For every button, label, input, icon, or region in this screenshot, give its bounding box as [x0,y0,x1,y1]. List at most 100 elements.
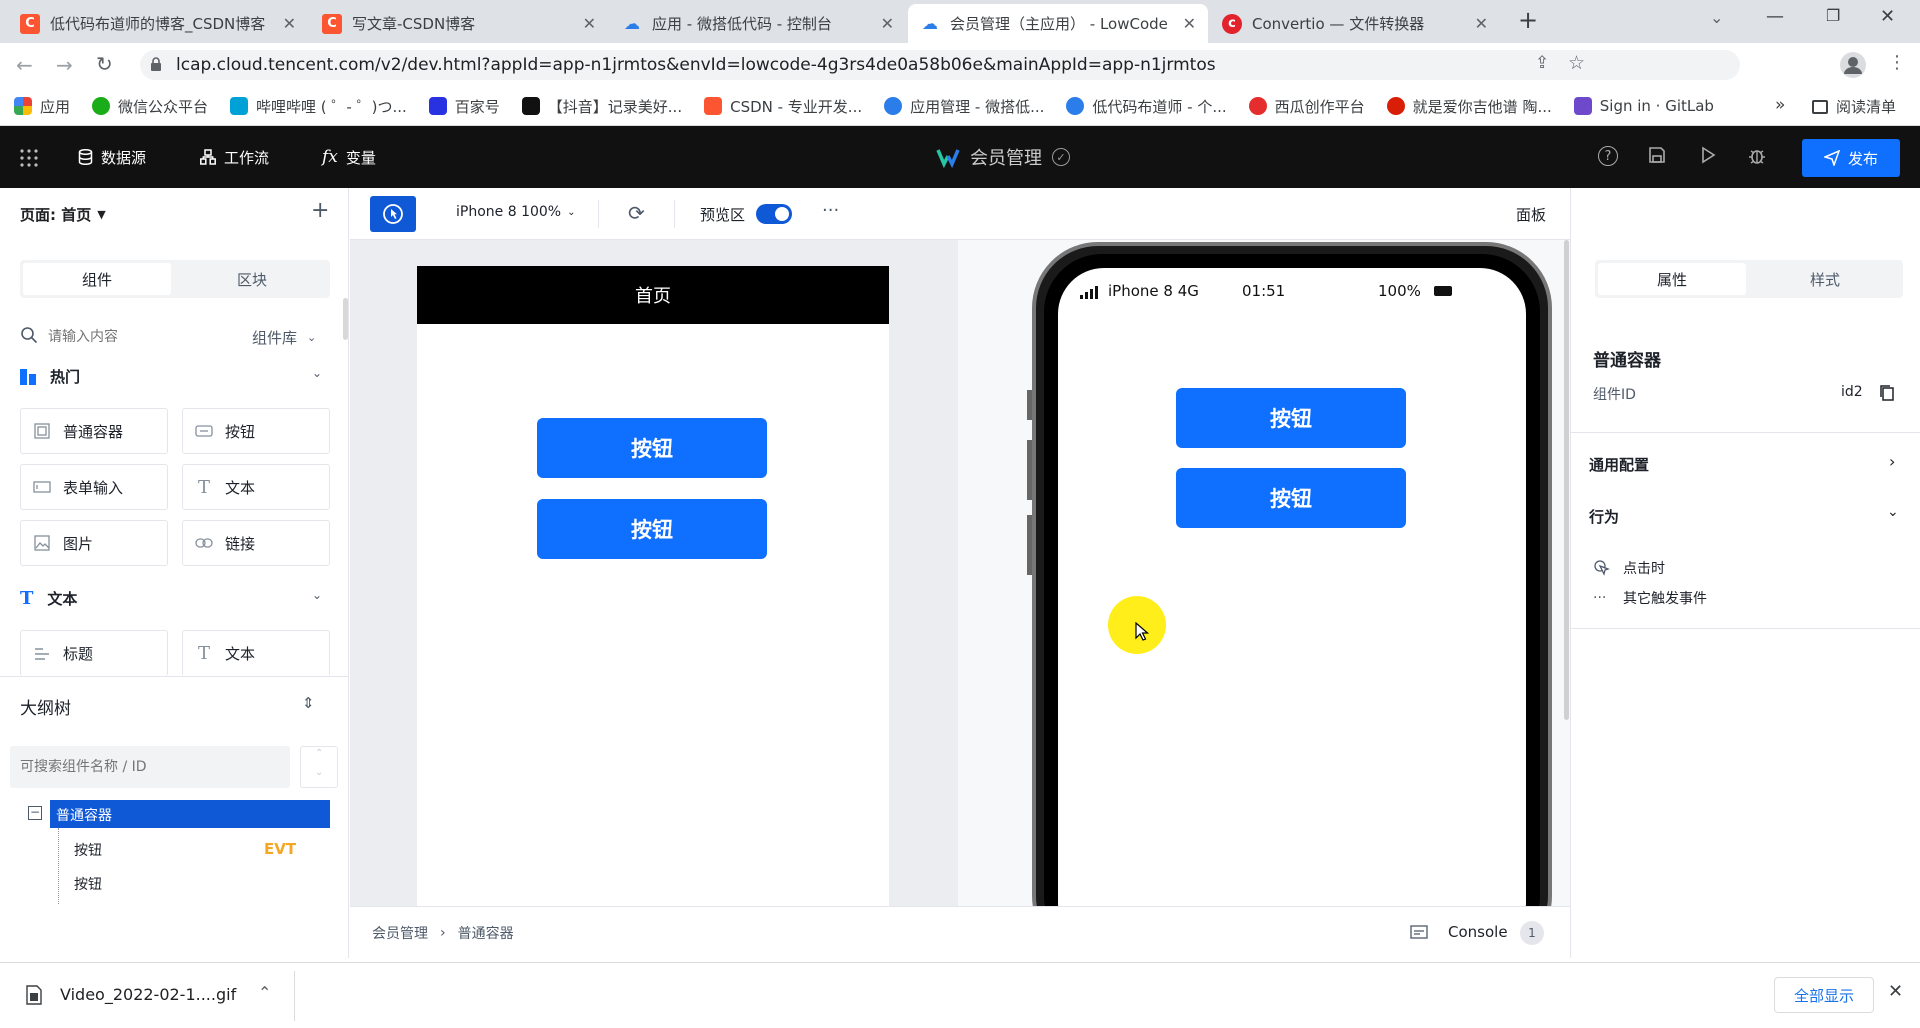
browser-tab[interactable]: C 写文章-CSDN博客 ✕ [310,4,608,43]
tab-properties[interactable]: 属性 [1598,263,1746,295]
more-bookmarks[interactable]: » [1775,95,1785,115]
close-icon[interactable]: ✕ [283,14,296,33]
back-icon[interactable]: ← [16,53,33,77]
chevron-up-icon[interactable]: ⌃ [258,983,271,1002]
component-link[interactable]: 链接 [182,520,330,566]
variable-button[interactable]: fx 变量 [322,126,376,188]
cursor-mode-button[interactable] [370,196,416,232]
component-container[interactable]: 普通容器 [20,408,168,454]
outline-nav-stepper[interactable]: ⌃ ⌄ [300,746,338,788]
minimize-icon[interactable]: — [1766,6,1784,27]
more-options[interactable]: ··· [822,200,839,221]
component-text[interactable]: T 文本 [182,464,330,510]
publish-button[interactable]: 发布 [1802,139,1900,177]
close-icon[interactable]: ✕ [1183,14,1196,33]
preview-button-2[interactable]: 按钮 [1176,468,1406,528]
component-text[interactable]: T 文本 [182,630,330,676]
restore-icon[interactable]: ❐ [1826,6,1840,25]
star-icon[interactable]: ☆ [1568,52,1585,74]
close-download-bar-icon[interactable]: ✕ [1888,981,1903,1002]
chevron-down-icon[interactable]: ⌄ [312,366,322,380]
bookmark-item[interactable]: 【抖音】记录美好... [521,96,682,117]
preview-scrollbar[interactable] [1564,240,1569,720]
breadcrumb-item[interactable]: 普通容器 [458,923,514,943]
bookmark-item[interactable]: 哔哩哔哩 ( ゜- ゜)つ... [230,96,407,117]
section-text[interactable]: T 文本 [20,588,77,609]
browser-tab-active[interactable]: ☁ 会员管理（主应用） - LowCode ✕ [908,4,1208,43]
refresh-icon[interactable]: ⟳ [628,201,645,225]
tab-blocks[interactable]: 区块 [178,263,326,295]
chevron-down-icon[interactable]: ⌄ [312,588,322,602]
close-icon[interactable]: ✕ [881,14,894,33]
search-input[interactable] [48,322,218,352]
share-icon[interactable]: ⇪ [1535,53,1549,73]
preview-play-icon[interactable] [1700,146,1716,164]
workflow-button[interactable]: 工作流 [200,126,269,188]
reload-icon[interactable]: ↻ [96,52,113,76]
bookmark-apps[interactable]: 应用 [14,96,70,117]
preview-button-1[interactable]: 按钮 [1176,388,1406,448]
bookmark-item[interactable]: Sign in · GitLab [1573,97,1714,115]
close-icon[interactable]: ✕ [1475,14,1488,33]
breadcrumb-item[interactable]: 会员管理 [372,923,428,943]
component-image[interactable]: 图片 [20,520,168,566]
section-hot[interactable]: 热门 [20,366,80,387]
new-tab-icon[interactable]: + [1518,6,1538,34]
browser-menu-icon[interactable]: ⋮ [1888,52,1906,73]
tab-styles[interactable]: 样式 [1751,263,1899,295]
window-close-icon[interactable]: ✕ [1880,6,1895,27]
download-filename[interactable]: Video_2022-02-1....gif [60,985,236,1004]
behavior-row[interactable]: 行为 ⌄ [1589,500,1905,530]
close-icon[interactable]: ✕ [583,14,596,33]
expand-collapse-icon[interactable]: ⇕ [302,694,315,712]
omnibox[interactable]: lcap.cloud.tencent.com/v2/dev.html?appId… [140,50,1740,80]
show-all-button[interactable]: 全部显示 [1774,977,1874,1013]
save-icon[interactable] [1648,146,1666,164]
component-heading[interactable]: 标题 [20,630,168,676]
event-other[interactable]: ··· 其它触发事件 [1593,588,1707,608]
copy-icon[interactable] [1879,384,1895,402]
canvas-button-1[interactable]: 按钮 [537,418,767,478]
bookmark-item[interactable]: 百家号 [428,96,500,117]
profile-avatar[interactable] [1840,52,1866,78]
tree-node-selected[interactable]: 普通容器 [50,800,330,828]
canvas-button-2[interactable]: 按钮 [537,499,767,559]
add-page-button[interactable]: + [311,198,329,223]
preview-toggle[interactable] [756,204,792,224]
device-selector[interactable]: iPhone 8 100% ⌄ [456,204,575,220]
bookmark-item[interactable]: 微信公众平台 [92,96,208,117]
apps-grid-icon[interactable] [20,149,38,167]
outline-search[interactable] [10,746,290,788]
bookmark-item[interactable]: CSDN - 专业开发... [704,96,862,117]
browser-tab[interactable]: C 低代码布道师的博客_CSDN博客 ✕ [8,4,308,43]
page-selector[interactable]: 页面: 首页 ▼ [20,204,106,225]
tree-node[interactable]: 按钮 [74,874,102,894]
console-button[interactable]: Console [1448,923,1508,941]
component-form-input[interactable]: 表单输入 [20,464,168,510]
collapse-tree-icon[interactable]: − [28,806,42,820]
library-dropdown[interactable]: 组件库 ⌄ [252,327,316,348]
browser-tab[interactable]: ☁ 应用 - 微搭低代码 - 控制台 ✕ [610,4,906,43]
forward-icon[interactable]: → [56,53,73,77]
bookmark-item[interactable]: 低代码布道师 - 个... [1066,96,1227,117]
bookmark-item[interactable]: 西瓜创作平台 [1248,96,1365,117]
tab-search-icon[interactable]: ⌄ [1710,8,1723,27]
chevron-down-icon[interactable]: ⌄ [315,767,323,778]
datasource-button[interactable]: 数据源 [78,126,146,188]
reading-list[interactable]: 阅读清单 [1812,96,1896,117]
event-on-click[interactable]: 点击时 [1593,558,1665,578]
panel-toggle[interactable]: 面板 [1516,204,1546,225]
debug-icon[interactable] [1748,145,1766,165]
component-button[interactable]: 按钮 [182,408,330,454]
bookmark-item[interactable]: 应用管理 - 微搭低... [884,96,1044,117]
page-frame[interactable]: 首页 按钮 按钮 [417,266,889,906]
chevron-up-icon[interactable]: ⌃ [315,748,323,759]
browser-tab[interactable]: c Convertio — 文件转换器 ✕ [1210,4,1500,43]
outline-search-input[interactable] [20,746,280,788]
help-icon[interactable]: ? [1598,146,1618,166]
bookmark-item[interactable]: 就是爱你吉他谱 陶... [1386,96,1552,117]
scrollbar-thumb[interactable] [343,298,348,340]
general-config-row[interactable]: 通用配置 › [1589,448,1905,478]
tab-components[interactable]: 组件 [23,263,171,295]
tree-node[interactable]: 按钮 [74,840,102,860]
